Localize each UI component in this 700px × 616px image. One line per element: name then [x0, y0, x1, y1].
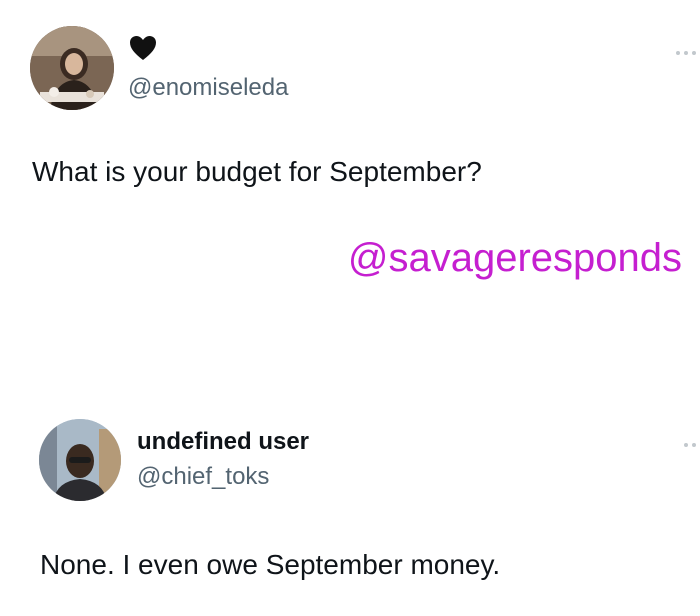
- watermark: @savageresponds: [347, 236, 682, 280]
- more-options-icon[interactable]: [674, 436, 700, 447]
- tweet-text: What is your budget for September?: [32, 156, 482, 187]
- black-heart-icon: [128, 33, 158, 63]
- avatar[interactable]: [30, 26, 114, 110]
- tweet-reply: undefined user @chief_toks None. I even …: [0, 400, 700, 616]
- display-name[interactable]: undefined user: [137, 428, 309, 456]
- avatar-photo: [39, 419, 121, 501]
- tweet-original: @enomiseleda What is your budget for Sep…: [0, 0, 700, 300]
- more-options-icon[interactable]: [674, 44, 700, 55]
- avatar-photo: [30, 26, 114, 110]
- user-handle[interactable]: @enomiseleda: [128, 74, 288, 102]
- avatar[interactable]: [39, 419, 121, 501]
- user-handle[interactable]: @chief_toks: [137, 463, 269, 491]
- tweet-text: None. I even owe September money.: [40, 549, 501, 580]
